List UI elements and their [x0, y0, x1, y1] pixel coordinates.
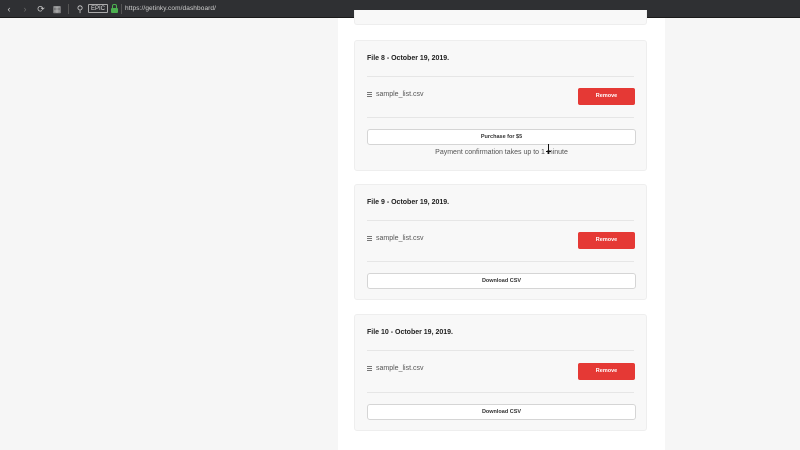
purchase-button[interactable]: Purchase for $5 [367, 129, 636, 145]
file-lines-icon [367, 236, 372, 241]
search-icon: ⚲ [76, 3, 84, 14]
url-text[interactable]: https://getinky.com/dashboard/ [125, 5, 216, 12]
payment-note: Payment confirmation takes up to 1 minut… [435, 149, 568, 156]
file-title: File 10 - October 19, 2019. [367, 329, 453, 336]
file-row: sample_list.csv [367, 235, 423, 242]
file-card-partial [354, 10, 647, 25]
card-divider [367, 261, 634, 262]
remove-button[interactable]: Remove [578, 232, 635, 249]
back-icon[interactable]: ‹ [4, 4, 14, 14]
download-csv-button[interactable]: Download CSV [367, 273, 636, 289]
card-divider [367, 220, 634, 221]
grid-icon[interactable]: ▦ [52, 4, 62, 14]
site-badge[interactable]: EPIC [88, 4, 109, 13]
file-name: sample_list.csv [376, 365, 424, 372]
address-divider [121, 3, 123, 14]
card-divider [367, 350, 634, 351]
card-divider [367, 117, 634, 118]
download-csv-button[interactable]: Download CSV [367, 404, 636, 420]
file-name: sample_list.csv [376, 235, 424, 242]
forward-icon[interactable]: › [20, 4, 30, 14]
file-title: File 8 - October 19, 2019. [367, 55, 450, 62]
text-cursor-icon [546, 143, 552, 155]
card-divider [367, 392, 634, 393]
file-row: sample_list.csv [367, 91, 423, 98]
file-lines-icon [367, 366, 372, 371]
lock-icon[interactable] [111, 4, 119, 13]
file-name: sample_list.csv [376, 91, 424, 98]
file-title: File 9 - October 19, 2019. [367, 199, 450, 206]
address-bar[interactable]: ⚲ EPIC https://getinky.com/dashboard/ [75, 3, 216, 15]
file-card: File 8 - October 19, 2019. sample_list.c… [354, 40, 647, 171]
remove-button[interactable]: Remove [578, 363, 635, 380]
file-card: File 10 - October 19, 2019. sample_list.… [354, 314, 647, 431]
file-lines-icon [367, 92, 372, 97]
card-divider [367, 76, 634, 77]
toolbar-divider [68, 3, 69, 14]
reload-icon[interactable]: ⟳ [36, 4, 46, 14]
remove-button[interactable]: Remove [578, 88, 635, 105]
file-row: sample_list.csv [367, 365, 423, 372]
file-card: File 9 - October 19, 2019. sample_list.c… [354, 184, 647, 300]
